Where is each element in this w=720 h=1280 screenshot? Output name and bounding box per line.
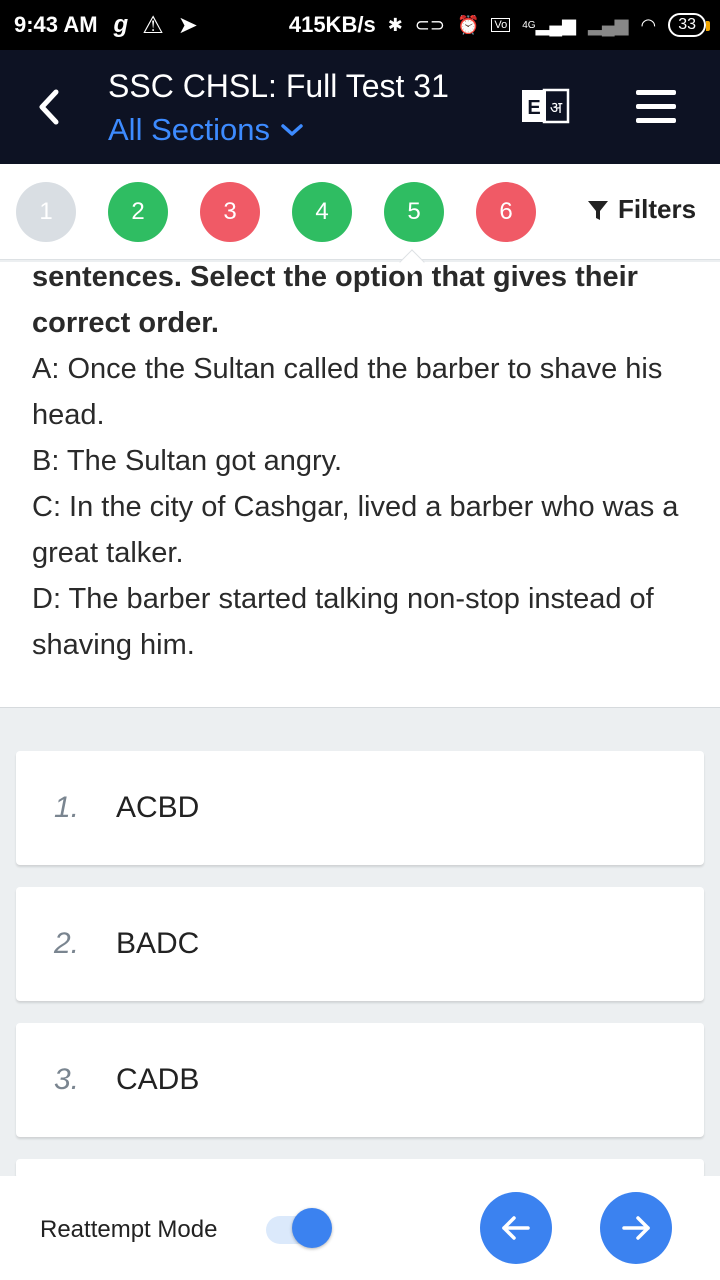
filters-label: Filters xyxy=(618,194,697,224)
question-bubble-1[interactable]: 1 xyxy=(16,182,76,242)
language-toggle-button[interactable]: E अ xyxy=(520,86,570,126)
sentence-d: D: The barber started talking non-stop i… xyxy=(32,583,654,661)
option-number: 3. xyxy=(54,1063,80,1096)
filter-icon xyxy=(588,200,608,220)
reattempt-mode-label: Reattempt Mode xyxy=(40,1216,218,1243)
answer-option-2[interactable]: 2. BADC xyxy=(16,887,704,1001)
option-number: 2. xyxy=(54,927,80,960)
volte-icon: Vo xyxy=(491,18,511,32)
page-title: SSC CHSL: Full Test 31 xyxy=(108,68,449,104)
signal-2-icon: ▂▄▆ xyxy=(588,14,629,35)
option-number: 1. xyxy=(54,791,80,824)
svg-text:E: E xyxy=(527,97,540,119)
answer-option-3[interactable]: 3. CADB xyxy=(16,1023,704,1137)
bottom-bar: Reattempt Mode xyxy=(0,1176,720,1280)
question-instruction-line-1: sentences. Select the option that gives … xyxy=(32,262,638,293)
battery-icon: 33 xyxy=(668,13,710,37)
question-text: sentences. Select the option that gives … xyxy=(32,262,692,668)
next-question-button[interactable] xyxy=(600,1192,672,1264)
sentence-b: B: The Sultan got angry. xyxy=(32,445,343,477)
filters-button[interactable]: Filters xyxy=(586,194,696,225)
reattempt-mode-toggle[interactable] xyxy=(266,1208,332,1248)
svg-text:अ: अ xyxy=(550,98,563,117)
telegram-icon: ➤ xyxy=(177,11,198,39)
status-time: 9:43 AM xyxy=(14,12,98,37)
question-bubble-2[interactable]: 2 xyxy=(108,182,168,242)
question-bubble-6[interactable]: 6 xyxy=(476,182,536,242)
warning-icon: ⚠ xyxy=(142,11,164,39)
g-app-icon: g xyxy=(113,10,129,38)
arrow-left-icon xyxy=(502,1216,530,1240)
section-selector-label: All Sections xyxy=(108,112,270,147)
back-arrow-icon xyxy=(39,89,59,125)
option-text: BADC xyxy=(116,927,200,960)
alarm-icon: ⏰ xyxy=(456,14,480,35)
option-text: CADB xyxy=(116,1063,200,1096)
sentence-c: C: In the city of Cashgar, lived a barbe… xyxy=(32,491,679,569)
question-bubble-5[interactable]: 5 xyxy=(384,182,444,242)
chevron-down-icon xyxy=(281,124,303,136)
status-bar: 9:43 AM g ⚠ ➤ 415KB/s ✱ ⊂⊃ ⏰ Vo 4G ▂▄▆ ▂▄… xyxy=(0,0,720,50)
section-selector[interactable]: All Sections xyxy=(108,112,304,148)
toggle-status-icon: ⊂⊃ xyxy=(414,14,445,35)
signal-icon: 4G ▂▄▆ xyxy=(522,14,577,35)
language-icon: E अ xyxy=(522,88,570,124)
answer-option-1[interactable]: 1. ACBD xyxy=(16,751,704,865)
wifi-icon: ◠ xyxy=(640,14,657,35)
question-navigator: 1 2 3 4 5 6 Filters xyxy=(0,164,720,260)
question-panel: sentences. Select the option that gives … xyxy=(0,262,720,708)
menu-icon xyxy=(636,90,676,95)
previous-question-button[interactable] xyxy=(480,1192,552,1264)
app-bar: SSC CHSL: Full Test 31 All Sections E अ xyxy=(0,50,720,164)
back-button[interactable] xyxy=(30,82,70,132)
question-bubble-3[interactable]: 3 xyxy=(200,182,260,242)
network-speed: 415KB/s xyxy=(288,12,376,37)
bluetooth-icon: ✱ xyxy=(387,14,403,35)
option-text: ACBD xyxy=(116,791,200,824)
question-bubble-4[interactable]: 4 xyxy=(292,182,352,242)
menu-button[interactable] xyxy=(636,90,676,124)
sentence-a: A: Once the Sultan called the barber to … xyxy=(32,353,663,431)
question-instruction-line-2: correct order. xyxy=(32,307,219,339)
arrow-right-icon xyxy=(622,1216,650,1240)
